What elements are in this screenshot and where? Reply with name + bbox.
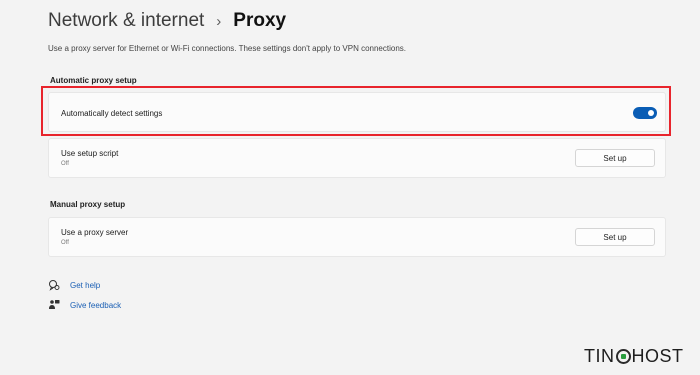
breadcrumb-separator: › <box>216 12 222 30</box>
setup-script-card: Use setup script Off Set up <box>48 138 666 178</box>
automatic-proxy-section-title: Automatic proxy setup <box>50 76 137 85</box>
setup-script-status: Off <box>61 161 69 167</box>
page-title: Proxy <box>233 10 287 31</box>
help-icon <box>48 279 60 291</box>
give-feedback-link[interactable]: Give feedback <box>48 299 121 311</box>
proxy-server-status: Off <box>61 240 69 246</box>
breadcrumb: Network & internet › Proxy <box>48 8 286 34</box>
watermark-text-left: TIN <box>584 345 615 366</box>
highlight-annotation-box <box>41 86 671 136</box>
feedback-icon <box>48 299 60 311</box>
page-description: Use a proxy server for Ethernet or Wi-Fi… <box>48 44 406 53</box>
get-help-link[interactable]: Get help <box>48 279 100 291</box>
manual-proxy-section-title: Manual proxy setup <box>50 200 126 209</box>
get-help-label: Get help <box>70 280 101 290</box>
proxy-server-setup-button[interactable]: Set up <box>575 228 655 246</box>
setup-script-button[interactable]: Set up <box>575 149 655 167</box>
setup-script-label: Use setup script <box>61 149 119 158</box>
watermark-o-logo-icon <box>615 348 631 364</box>
tinohost-watermark: TIN HOST <box>584 345 684 366</box>
watermark-text-right: HOST <box>631 345 684 366</box>
proxy-server-label: Use a proxy server <box>61 228 129 237</box>
breadcrumb-network-internet[interactable]: Network & internet <box>48 10 204 32</box>
proxy-server-card: Use a proxy server Off Set up <box>48 217 666 257</box>
give-feedback-label: Give feedback <box>70 300 122 310</box>
